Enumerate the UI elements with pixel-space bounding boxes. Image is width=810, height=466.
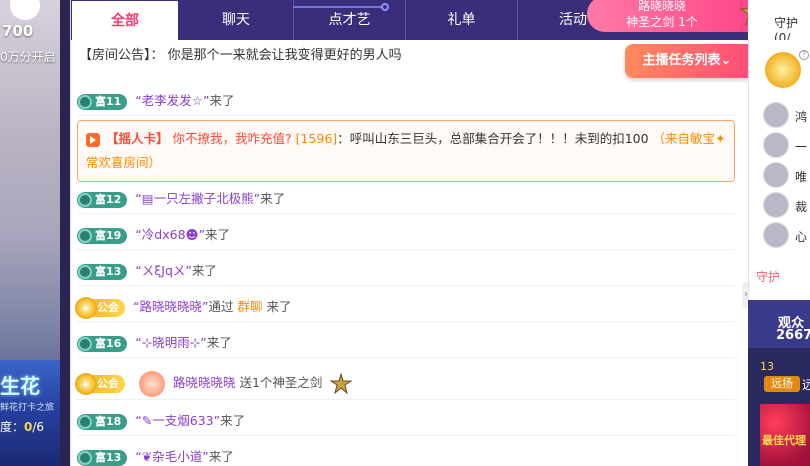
- flower-activity-panel[interactable]: 生花 鲜花打卡之旅 度：0/6: [0, 360, 60, 466]
- card-tag: 【摇人卡】: [105, 131, 169, 146]
- rich-level-badge: 富19: [77, 227, 128, 244]
- username[interactable]: 老李发发☆: [142, 93, 203, 108]
- summon-card-message: 【摇人卡】 你不撩我，我咋充值? [1596]：呼叫山东三巨头，总部集合开会了！…: [77, 120, 735, 182]
- username[interactable]: ㄨξJqㄨ: [142, 263, 186, 278]
- guard-item[interactable]: 一: [763, 132, 810, 160]
- guard-item[interactable]: 裁: [763, 192, 810, 220]
- rich-level-badge: 富13: [77, 449, 128, 466]
- rich-level-badge: 富16: [77, 335, 128, 352]
- chat-panel: 全部 聊天 点才艺 礼单 活动 路晓晓晓 神圣之剑 1个 主播任务列表⌄ 【房间…: [70, 0, 777, 466]
- sword-gift-icon: [330, 372, 353, 394]
- video-count: 700: [2, 22, 34, 40]
- avatar: [763, 192, 789, 218]
- sender-avatar[interactable]: [138, 370, 165, 397]
- gift-message: ✦ 公会 路晓晓晓晓 送1个神圣之剑: [75, 366, 735, 400]
- card-text: ：呼叫山东三巨头，总部集合开会了！！！未到的扣100: [337, 131, 649, 146]
- tab-all[interactable]: 全部: [71, 0, 179, 40]
- avatar: [763, 132, 789, 158]
- username[interactable]: ▤一只左撇子北极熊: [142, 191, 254, 206]
- help-icon[interactable]: ?: [799, 50, 809, 60]
- username[interactable]: ⊹晓明雨⊹: [142, 335, 200, 350]
- open-tip: 0万分开启: [0, 50, 56, 64]
- flower-title: 生花: [0, 374, 40, 398]
- rich-level-badge: 富18: [77, 413, 128, 430]
- chat-message: 富13 “❦杂毛小道”来了: [77, 442, 735, 466]
- chat-message: 富12 “▤一只左撇子北极熊”来了: [77, 184, 735, 214]
- chat-message: 富19 “冷dx68☻”来了: [77, 220, 735, 250]
- announcement-text: 你是那个一来就会让我变得更好的男人吗: [167, 48, 402, 63]
- avatar: [763, 162, 789, 188]
- chevron-down-icon: ⌄: [720, 53, 732, 68]
- group-chat-link[interactable]: 群聊: [237, 299, 262, 314]
- rank-tag: 远扬: [764, 376, 800, 392]
- best-agent-label: 最佳代理: [762, 434, 806, 447]
- tab-gift-list[interactable]: 礼单: [406, 0, 517, 40]
- chat-message: 富13 “ㄨξJqㄨ”来了: [77, 256, 735, 286]
- flower-subtitle: 鲜花打卡之旅: [0, 403, 55, 413]
- chat-message: 富16 “⊹晓明雨⊹”来了: [77, 328, 735, 358]
- guard-header: 守护(0/: [748, 0, 810, 45]
- guard-item[interactable]: 唯: [763, 162, 810, 190]
- play-card-icon: [86, 132, 100, 147]
- gift-sender-name[interactable]: 路晓晓晓晓: [173, 375, 236, 390]
- right-side-panel: 守护(0/ ? 鸿 一 唯 裁 心 守护 观众 2667 13 远扬 远 最佳代…: [748, 0, 810, 466]
- username[interactable]: 路晓晓晓晓: [139, 299, 202, 314]
- viewer-box[interactable]: 观众 2667: [748, 300, 810, 348]
- gift-text: 送1个神圣之剑: [235, 375, 323, 390]
- username[interactable]: ❦杂毛小道: [142, 449, 202, 464]
- butterfly-icon: ✦: [715, 131, 726, 146]
- guild-icon: ✦: [81, 379, 90, 391]
- viewer-count: 2667: [776, 328, 810, 343]
- room-announcement: 【房间公告】： 你是那个一来就会让我变得更好的男人吗: [79, 44, 402, 63]
- flower-progress: 度：0/6: [0, 420, 45, 434]
- rank-name: 远: [802, 378, 810, 392]
- username[interactable]: ✎一支烟633: [142, 413, 214, 428]
- tab-chat[interactable]: 聊天: [179, 0, 293, 40]
- rich-level-badge: 富11: [77, 93, 128, 110]
- tab-underline: [293, 6, 383, 8]
- anchor-avatar[interactable]: [8, 0, 42, 22]
- guard-more-link[interactable]: 守护: [756, 268, 780, 285]
- guard-item[interactable]: 心: [763, 222, 810, 250]
- anchor-task-list-button[interactable]: 主播任务列表⌄: [625, 44, 749, 78]
- rich-level-badge: 富12: [77, 191, 128, 208]
- guard-item[interactable]: 鸿: [763, 102, 810, 130]
- rank-number: 13: [760, 360, 774, 373]
- guard-star-badge[interactable]: [765, 52, 801, 88]
- guild-badge: ✦ 公会: [75, 296, 125, 319]
- tab-indicator-dot: [381, 3, 389, 11]
- guard-list: ? 鸿 一 唯 裁 心: [748, 40, 810, 300]
- card-question: 你不撩我，我咋充值?: [172, 131, 292, 146]
- guild-badge: ✦ 公会: [75, 372, 125, 395]
- chat-message: ✦ 公会 “路晓晓晓晓”通过 群聊 来了: [75, 292, 735, 322]
- avatar: [763, 102, 789, 128]
- announcement-label: 【房间公告】：: [79, 48, 164, 63]
- rich-level-badge: 富13: [77, 263, 128, 280]
- left-video-strip: 700 0万分开启 生花 鲜花打卡之旅 度：0/6: [0, 0, 60, 466]
- chat-message: 富11 “老李发发☆”来了: [77, 86, 735, 116]
- guild-icon: ✦: [81, 303, 90, 315]
- card-id: [1596]: [295, 131, 338, 146]
- username[interactable]: 冷dx68☻: [142, 227, 199, 242]
- chat-message: 富18 “✎一支烟633”来了: [77, 406, 735, 436]
- avatar: [763, 222, 789, 248]
